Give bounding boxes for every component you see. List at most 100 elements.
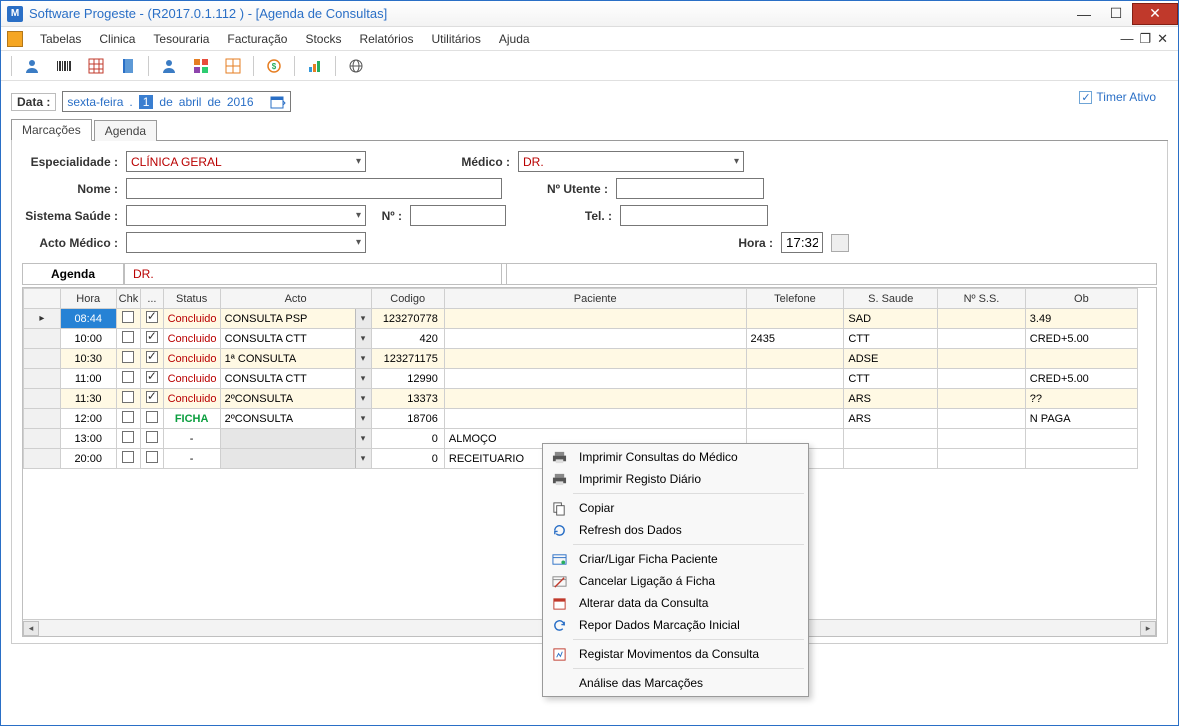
date-picker[interactable]: sexta-feira . 1 de abril de 2016 bbox=[62, 91, 290, 112]
scroll-right-button[interactable]: ▸ bbox=[1140, 621, 1156, 636]
medico-select[interactable]: DR.▾ bbox=[518, 151, 744, 172]
row-dots[interactable] bbox=[146, 431, 158, 443]
hora-input[interactable] bbox=[781, 232, 823, 253]
row-dots[interactable] bbox=[146, 451, 158, 463]
acto-dropdown-button[interactable]: ▾ bbox=[355, 429, 371, 448]
context-menu-item[interactable]: Alterar data da Consulta bbox=[545, 592, 806, 614]
nome-input[interactable] bbox=[126, 178, 502, 199]
menu-ajuda[interactable]: Ajuda bbox=[490, 29, 539, 49]
table-row[interactable]: 12:00FICHA2ºCONSULTA▾18706ARSN PAGA bbox=[24, 409, 1138, 429]
tab-marcacoes[interactable]: Marcações bbox=[11, 119, 92, 141]
chevron-down-icon: ▾ bbox=[734, 156, 739, 167]
context-menu-item[interactable]: Registar Movimentos da Consulta bbox=[545, 643, 806, 665]
mdi-restore-button[interactable]: ❐ bbox=[1139, 31, 1151, 47]
toolbar-grid-orange-button[interactable] bbox=[219, 54, 247, 78]
row-chk[interactable] bbox=[122, 391, 134, 403]
num-label: Nº : bbox=[374, 209, 402, 223]
menu-relatorios[interactable]: Relatórios bbox=[350, 29, 422, 49]
utente-input[interactable] bbox=[616, 178, 764, 199]
calendar-icon[interactable] bbox=[270, 94, 286, 110]
table-row[interactable]: 10:00ConcluidoCONSULTA CTT▾4202435CTTCRE… bbox=[24, 329, 1138, 349]
tab-agenda[interactable]: Agenda bbox=[94, 120, 157, 141]
menu-tesouraria[interactable]: Tesouraria bbox=[144, 29, 218, 49]
acto-dropdown-button[interactable]: ▾ bbox=[355, 369, 371, 388]
table-row[interactable]: ▸08:44ConcluidoCONSULTA PSP▾123270778SAD… bbox=[24, 309, 1138, 329]
acto-select[interactable]: ▾ bbox=[126, 232, 366, 253]
row-chk[interactable] bbox=[122, 411, 134, 423]
table-row[interactable]: 11:00ConcluidoCONSULTA CTT▾12990CTTCRED+… bbox=[24, 369, 1138, 389]
especialidade-select[interactable]: CLÍNICA GERAL▾ bbox=[126, 151, 366, 172]
row-chk[interactable] bbox=[122, 431, 134, 443]
date-label: Data : bbox=[11, 93, 56, 111]
toolbar-user2-button[interactable] bbox=[155, 54, 183, 78]
num-input[interactable] bbox=[410, 205, 506, 226]
scroll-left-button[interactable]: ◂ bbox=[23, 621, 39, 636]
row-dots[interactable] bbox=[146, 371, 158, 383]
hora-button[interactable] bbox=[831, 234, 849, 252]
menu-utilitarios[interactable]: Utilitários bbox=[423, 29, 490, 49]
link-icon bbox=[549, 551, 569, 567]
menu-stocks[interactable]: Stocks bbox=[296, 29, 350, 49]
row-chk[interactable] bbox=[122, 351, 134, 363]
context-menu-item[interactable]: Criar/Ligar Ficha Paciente bbox=[545, 548, 806, 570]
titlebar: M Software Progeste - (R2017.0.1.112 ) -… bbox=[1, 1, 1178, 27]
table-row[interactable]: 10:30Concluido1ª CONSULTA▾123271175ADSE bbox=[24, 349, 1138, 369]
table-row[interactable]: 11:30Concluido2ºCONSULTA▾13373ARS?? bbox=[24, 389, 1138, 409]
row-dots[interactable] bbox=[146, 311, 158, 323]
toolbar-signal-button[interactable] bbox=[301, 54, 329, 78]
refresh-icon bbox=[549, 522, 569, 538]
chevron-down-icon: ▾ bbox=[356, 210, 361, 221]
row-dots[interactable] bbox=[146, 351, 158, 363]
row-chk[interactable] bbox=[122, 331, 134, 343]
acto-dropdown-button[interactable]: ▾ bbox=[355, 309, 371, 328]
row-dots[interactable] bbox=[146, 331, 158, 343]
acto-dropdown-button[interactable]: ▾ bbox=[355, 389, 371, 408]
svg-text:$: $ bbox=[272, 62, 277, 71]
context-menu-label: Análise das Marcações bbox=[579, 676, 703, 690]
toolbar-user-button[interactable] bbox=[18, 54, 46, 78]
toolbar-globe-button[interactable] bbox=[342, 54, 370, 78]
row-chk[interactable] bbox=[122, 311, 134, 323]
context-menu-item[interactable]: Refresh dos Dados bbox=[545, 519, 806, 541]
tel-input[interactable] bbox=[620, 205, 768, 226]
row-dots[interactable] bbox=[146, 391, 158, 403]
acto-dropdown-button[interactable]: ▾ bbox=[355, 349, 371, 368]
maximize-button[interactable]: ☐ bbox=[1100, 3, 1132, 25]
minimize-button[interactable]: — bbox=[1068, 3, 1100, 25]
row-dots[interactable] bbox=[146, 411, 158, 423]
context-menu-item[interactable]: Repor Dados Marcação Inicial bbox=[545, 614, 806, 636]
menu-facturacao[interactable]: Facturação bbox=[218, 29, 296, 49]
mdi-close-button[interactable]: ✕ bbox=[1157, 31, 1168, 47]
toolbar-barcode-button[interactable] bbox=[50, 54, 78, 78]
menu-tabelas[interactable]: Tabelas bbox=[31, 29, 90, 49]
context-menu[interactable]: Imprimir Consultas do MédicoImprimir Reg… bbox=[542, 443, 809, 697]
toolbar-money-button[interactable]: $ bbox=[260, 54, 288, 78]
toolbar: $ bbox=[1, 51, 1178, 81]
hora-label: Hora : bbox=[738, 236, 773, 250]
calendar-icon bbox=[549, 595, 569, 611]
context-menu-item[interactable]: Imprimir Consultas do Médico bbox=[545, 446, 806, 468]
toolbar-book-button[interactable] bbox=[114, 54, 142, 78]
context-menu-label: Registar Movimentos da Consulta bbox=[579, 647, 759, 661]
context-menu-item[interactable]: Copiar bbox=[545, 497, 806, 519]
context-menu-item[interactable]: Análise das Marcações bbox=[545, 672, 806, 694]
row-chk[interactable] bbox=[122, 451, 134, 463]
context-menu-item[interactable]: Imprimir Registo Diário bbox=[545, 468, 806, 490]
context-menu-item[interactable]: Cancelar Ligação á Ficha bbox=[545, 570, 806, 592]
toolbar-grid-color-button[interactable] bbox=[187, 54, 215, 78]
context-menu-label: Refresh dos Dados bbox=[579, 523, 682, 537]
context-menu-label: Alterar data da Consulta bbox=[579, 596, 708, 610]
toolbar-grid-button[interactable] bbox=[82, 54, 110, 78]
acto-dropdown-button[interactable]: ▾ bbox=[355, 409, 371, 428]
app-icon: M bbox=[7, 6, 23, 22]
acto-dropdown-button[interactable]: ▾ bbox=[355, 449, 371, 468]
menu-clinica[interactable]: Clinica bbox=[90, 29, 144, 49]
row-chk[interactable] bbox=[122, 371, 134, 383]
mdi-minimize-button[interactable]: — bbox=[1120, 31, 1133, 47]
window-title: Software Progeste - (R2017.0.1.112 ) - [… bbox=[29, 6, 387, 21]
timer-ativo-checkbox[interactable]: ✓ Timer Ativo bbox=[1079, 90, 1156, 104]
sistema-select[interactable]: ▾ bbox=[126, 205, 366, 226]
acto-dropdown-button[interactable]: ▾ bbox=[355, 329, 371, 348]
undo-icon bbox=[549, 617, 569, 633]
close-button[interactable]: ✕ bbox=[1132, 3, 1178, 25]
